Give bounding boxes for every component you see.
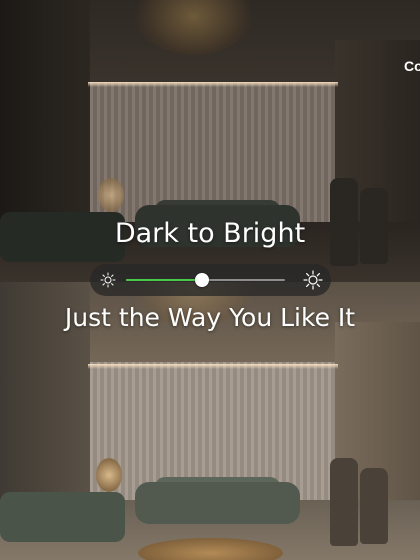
coffee-table	[138, 538, 283, 560]
corner-text: Co	[404, 58, 420, 74]
slider-fill	[126, 279, 203, 281]
headline-just-the-way: Just the Way You Like It	[64, 303, 356, 332]
slider-thumb[interactable]	[195, 273, 210, 287]
slider-track[interactable]	[126, 273, 285, 287]
table-lamp	[98, 178, 124, 212]
side-sofa	[0, 492, 125, 542]
vase	[360, 468, 388, 544]
headline-dark-to-bright: Dark to Bright	[114, 218, 306, 249]
promo-frame: Co Dark to Bright Just the Way You Like …	[0, 0, 420, 560]
table-lamp	[96, 458, 122, 492]
sun-large-icon	[303, 270, 323, 290]
sun-small-icon	[98, 270, 118, 290]
brightness-slider[interactable]	[90, 264, 331, 296]
vase	[330, 458, 358, 546]
sofa	[135, 482, 300, 524]
